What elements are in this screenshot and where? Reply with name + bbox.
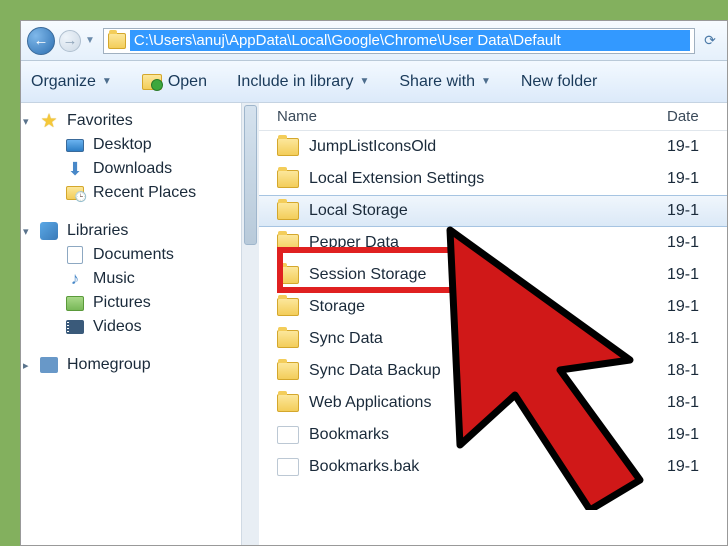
- libraries-icon: [40, 222, 58, 240]
- file-icon: [277, 426, 299, 444]
- folder-icon: [277, 362, 299, 380]
- watermark: wikiHow: [669, 526, 722, 542]
- address-bar: ← → ▼ C:\Users\anuj\AppData\Local\Google…: [21, 21, 727, 61]
- folder-icon: [277, 170, 299, 188]
- folder-icon: [277, 330, 299, 348]
- sidebar-scrollbar[interactable]: [241, 103, 259, 545]
- cursor-arrow-icon: [430, 210, 710, 510]
- chevron-down-icon: ▼: [102, 76, 112, 87]
- toolbar: Organize ▼ Open Include in library ▼ Sha…: [21, 61, 727, 103]
- desktop-icon: [66, 139, 84, 152]
- organize-menu[interactable]: Organize ▼: [31, 73, 112, 91]
- chevron-down-icon: ▼: [481, 76, 491, 87]
- address-path[interactable]: C:\Users\anuj\AppData\Local\Google\Chrom…: [130, 30, 690, 51]
- sidebar-documents[interactable]: Documents: [21, 243, 241, 267]
- folder-icon: [108, 33, 126, 49]
- file-name: Local Extension Settings: [309, 170, 657, 188]
- address-field[interactable]: C:\Users\anuj\AppData\Local\Google\Chrom…: [103, 28, 695, 54]
- collapse-icon[interactable]: ▾: [23, 115, 29, 128]
- file-name: JumpListIconsOld: [309, 138, 657, 156]
- file-date: 19-1: [667, 138, 727, 156]
- file-row[interactable]: JumpListIconsOld 19-1: [259, 131, 727, 163]
- collapse-icon[interactable]: ▾: [23, 225, 29, 238]
- sidebar-downloads[interactable]: ⬇ Downloads: [21, 157, 241, 181]
- sidebar-pictures[interactable]: Pictures: [21, 291, 241, 315]
- recent-places-icon: [66, 186, 84, 200]
- expand-icon[interactable]: ▸: [23, 359, 29, 372]
- sidebar-homegroup[interactable]: ▸ Homegroup: [21, 353, 241, 377]
- sidebar-videos[interactable]: Videos: [21, 315, 241, 339]
- new-folder-button[interactable]: New folder: [521, 73, 597, 91]
- folder-icon: [277, 394, 299, 412]
- homegroup-icon: [40, 357, 58, 373]
- nav-history-dropdown[interactable]: ▼: [85, 35, 95, 46]
- include-in-library-menu[interactable]: Include in library ▼: [237, 73, 369, 91]
- downloads-icon: ⬇: [65, 160, 85, 178]
- folder-icon: [277, 266, 299, 284]
- back-button[interactable]: ←: [27, 27, 55, 55]
- refresh-icon: ⟳: [704, 32, 716, 49]
- folder-icon: [277, 138, 299, 156]
- music-icon: ♪: [65, 270, 85, 288]
- scrollbar-thumb[interactable]: [244, 105, 257, 245]
- sidebar-desktop[interactable]: Desktop: [21, 133, 241, 157]
- arrow-right-icon: →: [63, 32, 78, 49]
- file-row[interactable]: Local Extension Settings 19-1: [259, 163, 727, 195]
- sidebar-recent-places[interactable]: Recent Places: [21, 181, 241, 205]
- pictures-icon: [66, 296, 84, 311]
- share-with-menu[interactable]: Share with ▼: [399, 73, 491, 91]
- videos-icon: [66, 320, 84, 334]
- chevron-down-icon: ▼: [359, 76, 369, 87]
- open-icon: [142, 74, 162, 90]
- sidebar-libraries[interactable]: ▾ Libraries: [21, 219, 241, 243]
- open-button[interactable]: Open: [142, 73, 207, 91]
- star-icon: ★: [39, 112, 59, 130]
- refresh-button[interactable]: ⟳: [699, 32, 721, 49]
- folder-icon: [277, 202, 299, 220]
- folder-icon: [277, 298, 299, 316]
- arrow-left-icon: ←: [34, 32, 49, 49]
- sidebar-favorites[interactable]: ▾ ★ Favorites: [21, 109, 241, 133]
- navigation-pane: ▾ ★ Favorites Desktop ⬇ Downloads Recent…: [21, 103, 241, 545]
- column-headers[interactable]: Name Date: [259, 103, 727, 131]
- column-date[interactable]: Date: [667, 108, 727, 125]
- file-icon: [277, 458, 299, 476]
- documents-icon: [67, 246, 83, 264]
- folder-icon: [277, 234, 299, 252]
- column-name[interactable]: Name: [277, 108, 667, 125]
- sidebar-music[interactable]: ♪ Music: [21, 267, 241, 291]
- forward-button[interactable]: →: [59, 30, 81, 52]
- file-date: 19-1: [667, 170, 727, 188]
